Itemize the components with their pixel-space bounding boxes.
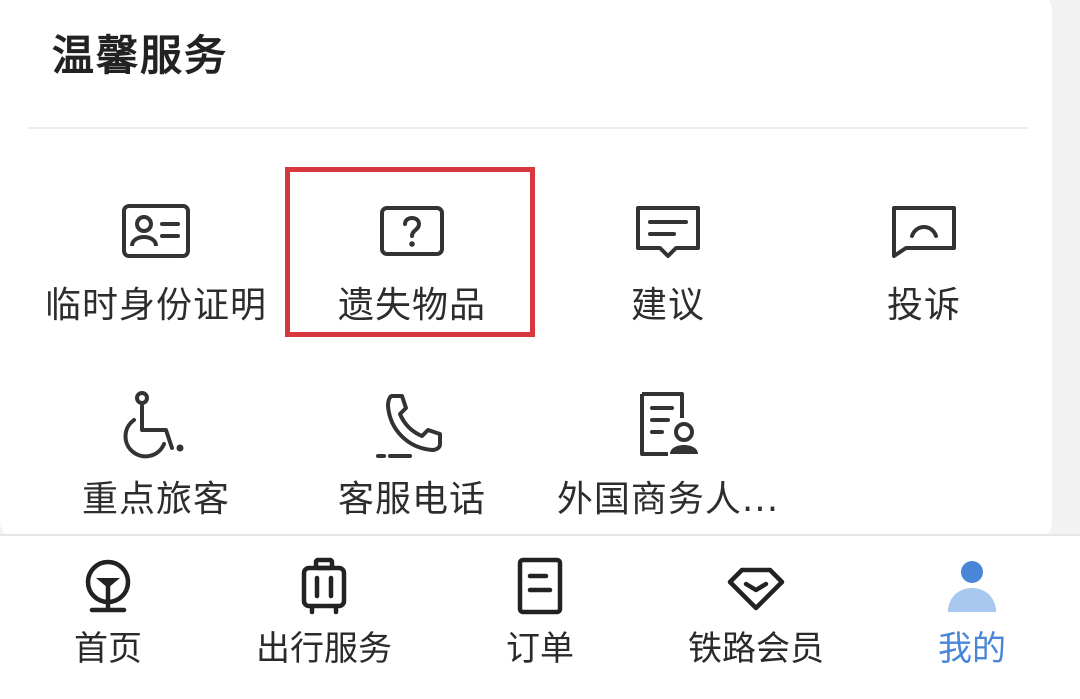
service-label: 客服电话 [337, 479, 486, 520]
user-icon [948, 561, 996, 612]
suggestion-chat-icon [636, 206, 700, 258]
foreign-business-doc-icon [640, 392, 698, 456]
phone-icon [376, 394, 442, 458]
diamond-icon [727, 567, 785, 611]
tab-travel-service[interactable]: 出行服务 [216, 536, 432, 699]
tab-orders[interactable]: 订单 [432, 536, 648, 699]
service-label: 临时身份证明 [44, 285, 267, 326]
complaint-chat-icon [892, 206, 956, 258]
section-title: 温馨服务 [52, 31, 229, 80]
id-card-icon [122, 204, 190, 258]
order-document-icon [517, 557, 563, 615]
luggage-icon [301, 557, 347, 615]
bottom-tab-bar: 首页 出行服务 订单 铁路会员 我的 [0, 534, 1080, 699]
service-label: 重点旅客 [81, 479, 230, 520]
section-divider [28, 127, 1028, 129]
service-customer-phone[interactable]: 客服电话 [284, 386, 540, 546]
service-suggestion[interactable]: 建议 [540, 192, 796, 352]
tab-label: 出行服务 [256, 629, 392, 669]
highlight-box [285, 167, 535, 337]
tab-label: 首页 [74, 629, 142, 669]
wheelchair-icon [123, 391, 184, 459]
service-label: 投诉 [886, 285, 961, 326]
service-temporary-id[interactable]: 临时身份证明 [28, 192, 284, 352]
tab-home[interactable]: 首页 [0, 536, 216, 699]
tab-label: 铁路会员 [688, 629, 824, 669]
service-complaint[interactable]: 投诉 [796, 192, 1052, 352]
tab-railway-member[interactable]: 铁路会员 [648, 536, 864, 699]
service-foreign-business[interactable]: 外国商务人... [540, 386, 796, 546]
tab-label: 我的 [938, 629, 1006, 669]
tab-mine[interactable]: 我的 [864, 536, 1080, 699]
service-label: 外国商务人... [556, 479, 780, 520]
service-label: 建议 [630, 285, 705, 326]
railway-logo-icon [85, 559, 131, 613]
service-priority-passenger[interactable]: 重点旅客 [28, 386, 284, 546]
tab-label: 订单 [506, 629, 574, 669]
